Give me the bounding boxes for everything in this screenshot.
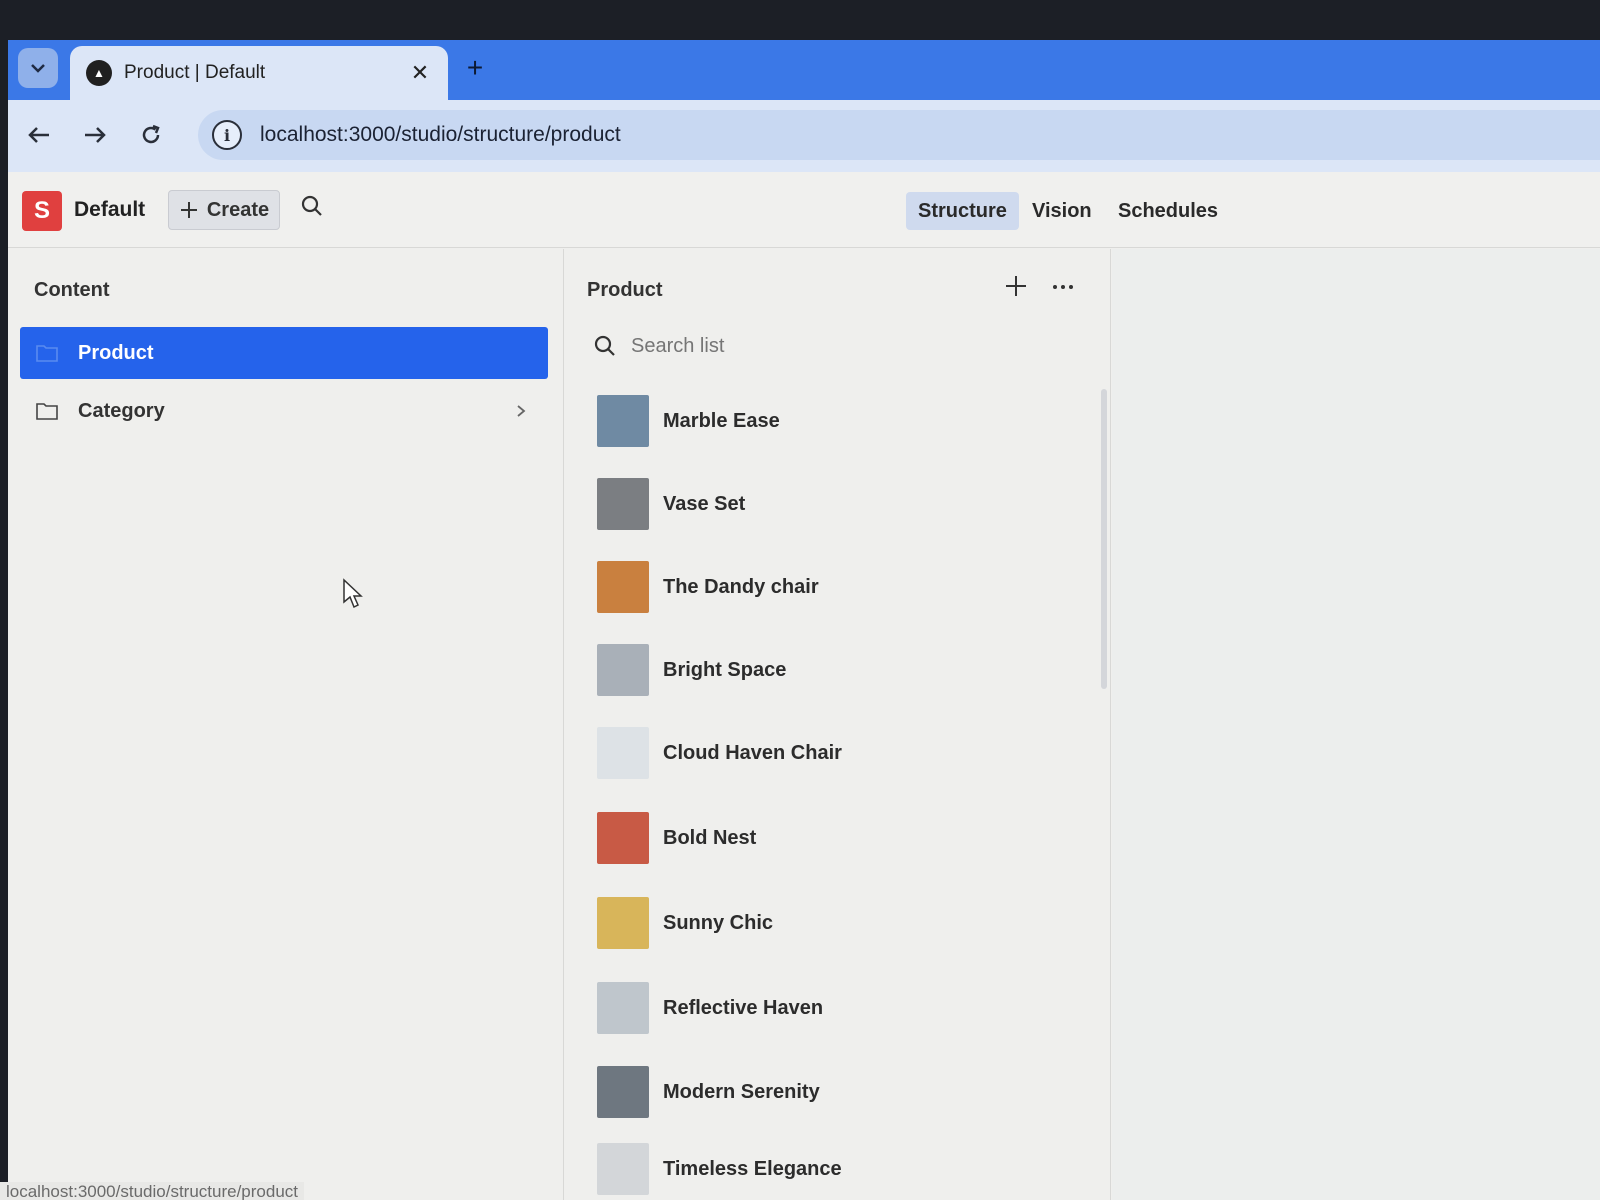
product-thumbnail <box>597 812 649 864</box>
product-title: Sunny Chic <box>663 911 774 934</box>
create-label: Create <box>206 198 270 221</box>
product-list-item[interactable]: Modern Serenity <box>597 1064 1077 1120</box>
product-list-item[interactable]: Marble Ease <box>597 393 1077 449</box>
product-thumbnail <box>597 395 649 447</box>
chevron-right-icon <box>517 405 526 417</box>
address-bar[interactable]: i localhost:3000/studio/structure/produc… <box>198 110 1600 160</box>
product-title: Cloud Haven Chair <box>663 741 842 764</box>
product-list-item[interactable]: Bright Space <box>597 642 1077 698</box>
tab-schedules[interactable]: Schedules <box>1106 192 1230 230</box>
product-list-item[interactable]: Cloud Haven Chair <box>597 725 1077 781</box>
content-pane-title: Content <box>34 279 110 301</box>
workspace-name[interactable]: Default <box>74 198 145 222</box>
status-bar-url: localhost:3000/studio/structure/product <box>0 1182 305 1200</box>
reload-icon[interactable] <box>134 118 168 152</box>
document-pane-empty <box>1112 249 1600 1200</box>
browser-toolbar: i localhost:3000/studio/structure/produc… <box>8 100 1600 172</box>
folder-icon <box>36 403 58 420</box>
site-info-icon[interactable]: i <box>212 120 242 150</box>
product-list-item[interactable]: Timeless Elegance <box>597 1141 1077 1197</box>
search-icon[interactable] <box>300 194 330 224</box>
sanity-favicon-icon: ▲ <box>86 60 112 86</box>
browser-tab-active[interactable]: ▲ Product | Default ✕ <box>70 46 448 100</box>
search-icon <box>594 335 615 356</box>
search-list-field[interactable] <box>593 329 1073 363</box>
product-thumbnail <box>597 897 649 949</box>
product-title: Modern Serenity <box>663 1080 820 1103</box>
address-url[interactable]: localhost:3000/studio/structure/product <box>260 123 621 147</box>
product-title: The Dandy chair <box>663 575 819 598</box>
content-item-label: Product <box>78 341 154 364</box>
content-item-product[interactable]: Product <box>20 327 548 379</box>
plus-icon <box>180 202 197 218</box>
back-arrow-icon[interactable] <box>22 118 56 152</box>
product-list-item[interactable]: Reflective Haven <box>597 980 1077 1036</box>
tab-close-icon[interactable]: ✕ <box>408 60 432 86</box>
product-title: Marble Ease <box>663 409 780 432</box>
tab-structure[interactable]: Structure <box>906 192 1019 230</box>
studio-app: S Default Create Structure Vision Schedu… <box>8 172 1600 1200</box>
product-list-item[interactable]: Bold Nest <box>597 810 1077 866</box>
product-thumbnail <box>597 727 649 779</box>
product-thumbnail <box>597 982 649 1034</box>
studio-navbar: S Default Create Structure Vision Schedu… <box>8 172 1600 248</box>
product-title: Reflective Haven <box>663 996 824 1019</box>
add-document-plus-icon[interactable] <box>1005 273 1027 304</box>
list-scrollbar[interactable] <box>1101 389 1107 689</box>
product-list-item[interactable]: Vase Set <box>597 476 1077 532</box>
create-button[interactable]: Create <box>168 190 280 230</box>
tab-search-chevron-icon[interactable] <box>18 48 58 88</box>
product-title: Timeless Elegance <box>663 1157 842 1180</box>
product-title: Bold Nest <box>663 826 757 849</box>
product-thumbnail <box>597 1066 649 1118</box>
product-title: Bright Space <box>663 658 787 681</box>
product-thumbnail <box>597 644 649 696</box>
new-tab-button[interactable]: + <box>460 54 490 82</box>
mouse-cursor-icon <box>343 578 363 609</box>
product-list-item[interactable]: Sunny Chic <box>597 895 1077 951</box>
tab-title: Product | Default <box>124 62 266 83</box>
tab-vision[interactable]: Vision <box>1020 192 1104 230</box>
product-list-item[interactable]: The Dandy chair <box>597 559 1077 615</box>
product-list-pane: Product Marble Ease Vase Set The Dandy cha… <box>565 249 1111 1200</box>
content-item-label: Category <box>78 399 165 422</box>
more-options-icon[interactable] <box>1051 273 1075 304</box>
browser-tabstrip: ▲ Product | Default ✕ + <box>8 40 1600 100</box>
product-thumbnail <box>597 1143 649 1195</box>
content-pane: Content Product Category <box>8 249 564 1200</box>
forward-arrow-icon[interactable] <box>78 118 112 152</box>
product-thumbnail <box>597 478 649 530</box>
search-list-input[interactable] <box>631 334 931 358</box>
product-pane-title: Product <box>587 279 663 301</box>
folder-icon <box>36 345 58 362</box>
product-thumbnail <box>597 561 649 613</box>
content-item-category[interactable]: Category <box>20 385 548 437</box>
product-title: Vase Set <box>663 492 746 515</box>
studio-logo[interactable]: S <box>22 191 62 231</box>
